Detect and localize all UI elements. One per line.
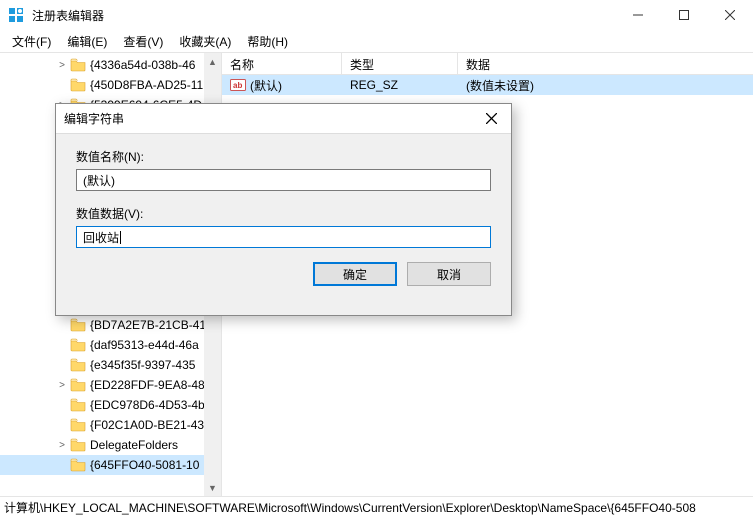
folder-icon [70,438,86,452]
tree-item-label: {450D8FBA-AD25-11 [90,78,203,92]
cell-name-text: (默认) [250,77,282,94]
tree-item[interactable]: {e345f35f-9397-435 [0,355,221,375]
folder-icon [70,418,86,432]
tree-item-label: {e345f35f-9397-435 [90,358,195,372]
tree-toggle-icon[interactable]: > [56,380,68,391]
window-title: 注册表编辑器 [32,7,615,24]
cell-data: (数值未设置) [458,77,753,94]
tree-item-label: DelegateFolders [90,438,178,452]
folder-icon [70,58,86,72]
ok-button[interactable]: 确定 [313,262,397,286]
close-button[interactable] [707,0,753,30]
tree-item-label: {daf95313-e44d-46a [90,338,199,352]
dialog-close-button[interactable] [471,104,511,133]
col-data[interactable]: 数据 [458,53,753,74]
value-data-label: 数值数据(V): [76,205,491,222]
scroll-down-icon[interactable]: ▼ [204,479,221,496]
tree-item[interactable]: > {4336a54d-038b-46 [0,55,221,75]
folder-icon [70,458,86,472]
tree-item-label: {ED228FDF-9EA8-48 [90,378,205,392]
menu-edit[interactable]: 编辑(E) [59,31,115,52]
edit-string-dialog: 编辑字符串 数值名称(N): (默认) 数值数据(V): 回收站 确定 取消 [55,103,512,316]
folder-icon [70,398,86,412]
window-titlebar: 注册表编辑器 [0,0,753,30]
tree-item[interactable]: > {ED228FDF-9EA8-48 [0,375,221,395]
status-bar: 计算机\HKEY_LOCAL_MACHINE\SOFTWARE\Microsof… [0,496,753,517]
value-data-text: 回收站 [83,231,121,245]
dialog-title: 编辑字符串 [64,110,471,127]
folder-icon [70,318,86,332]
dialog-buttons: 确定 取消 [56,248,511,286]
value-name-input[interactable]: (默认) [76,169,491,191]
tree-item-label: {BD7A2E7B-21CB-41 [90,318,206,332]
tree-item-label: {F02C1A0D-BE21-43 [90,418,204,432]
window-controls [615,0,753,30]
maximize-button[interactable] [661,0,707,30]
menu-help[interactable]: 帮助(H) [239,31,296,52]
folder-icon [70,378,86,392]
folder-icon [70,358,86,372]
tree-toggle-icon[interactable]: > [56,440,68,451]
tree-item[interactable]: {EDC978D6-4D53-4b [0,395,221,415]
value-data-input[interactable]: 回收站 [76,226,491,248]
minimize-button[interactable] [615,0,661,30]
cancel-button[interactable]: 取消 [407,262,491,286]
tree-item[interactable]: > DelegateFolders [0,435,221,455]
cell-type: REG_SZ [342,78,458,92]
tree-toggle-icon[interactable]: > [56,60,68,71]
string-value-icon: ab [230,77,246,93]
cell-name: ab (默认) [222,77,342,94]
tree-item-label: {4336a54d-038b-46 [90,58,195,72]
tree-item[interactable]: {F02C1A0D-BE21-43 [0,415,221,435]
list-row[interactable]: ab (默认) REG_SZ (数值未设置) [222,75,753,95]
tree-item[interactable]: {BD7A2E7B-21CB-41 [0,315,221,335]
tree-item[interactable]: {450D8FBA-AD25-11 [0,75,221,95]
menu-file[interactable]: 文件(F) [4,31,59,52]
tree-item-label: {645FFO40-5081-10 [90,458,199,472]
menu-bar: 文件(F) 编辑(E) 查看(V) 收藏夹(A) 帮助(H) [0,30,753,52]
col-type[interactable]: 类型 [342,53,458,74]
folder-icon [70,78,86,92]
menu-view[interactable]: 查看(V) [115,31,171,52]
status-path: 计算机\HKEY_LOCAL_MACHINE\SOFTWARE\Microsof… [4,499,696,516]
folder-icon [70,338,86,352]
dialog-body: 数值名称(N): (默认) 数值数据(V): 回收站 [56,134,511,248]
regedit-icon [8,7,24,23]
value-name-label: 数值名称(N): [76,148,491,165]
svg-text:ab: ab [233,81,242,90]
tree-item[interactable]: {daf95313-e44d-46a [0,335,221,355]
col-name[interactable]: 名称 [222,53,342,74]
tree-item-label: {EDC978D6-4D53-4b [90,398,205,412]
list-header: 名称 类型 数据 [222,53,753,75]
menu-favorites[interactable]: 收藏夹(A) [171,31,239,52]
dialog-titlebar[interactable]: 编辑字符串 [56,104,511,134]
tree-item[interactable]: {645FFO40-5081-10 [0,455,221,475]
scroll-up-icon[interactable]: ▲ [204,53,221,70]
